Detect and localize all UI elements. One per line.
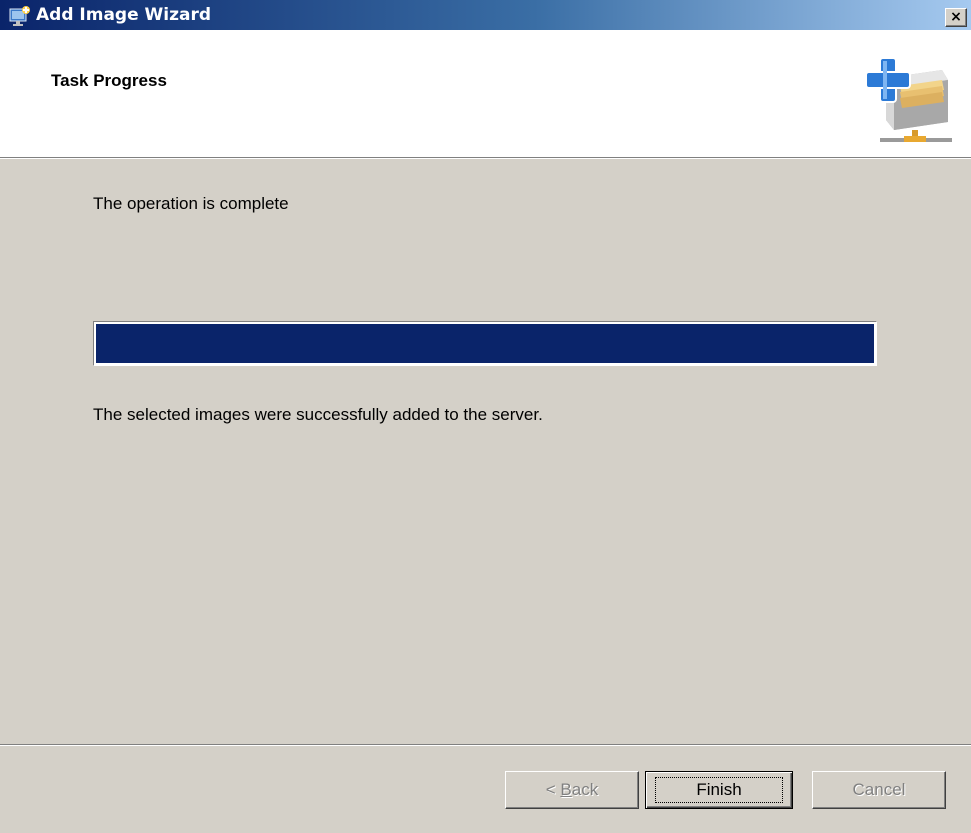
window-title: Add Image Wizard <box>36 5 212 25</box>
back-button-mnemonic: B <box>560 780 572 799</box>
finish-button-label: Finish <box>655 777 783 803</box>
wizard-header <box>0 30 971 157</box>
add-image-server-icon <box>864 56 956 148</box>
back-button-label: ack <box>571 780 599 799</box>
cancel-button[interactable]: Cancel <box>812 771 946 809</box>
wizard-app-icon <box>9 6 31 26</box>
progress-bar <box>93 321 877 366</box>
back-button[interactable]: < Back <box>505 771 639 809</box>
status-text: The operation is complete <box>93 194 289 213</box>
close-button[interactable]: × <box>945 8 967 27</box>
back-button-prefix: < <box>545 780 561 799</box>
title-bar[interactable]: Add Image Wizard × <box>0 0 971 30</box>
add-image-wizard-window: Add Image Wizard × Task Progress The ope… <box>0 0 971 833</box>
footer-divider-highlight <box>0 745 971 746</box>
finish-button[interactable]: Finish <box>645 771 793 809</box>
header-divider-highlight <box>0 158 971 159</box>
result-message: The selected images were successfully ad… <box>93 405 543 424</box>
cancel-button-label: Cancel <box>852 780 906 799</box>
close-icon: × <box>950 9 962 25</box>
page-title: Task Progress <box>51 71 167 90</box>
progress-bar-fill <box>96 324 874 363</box>
